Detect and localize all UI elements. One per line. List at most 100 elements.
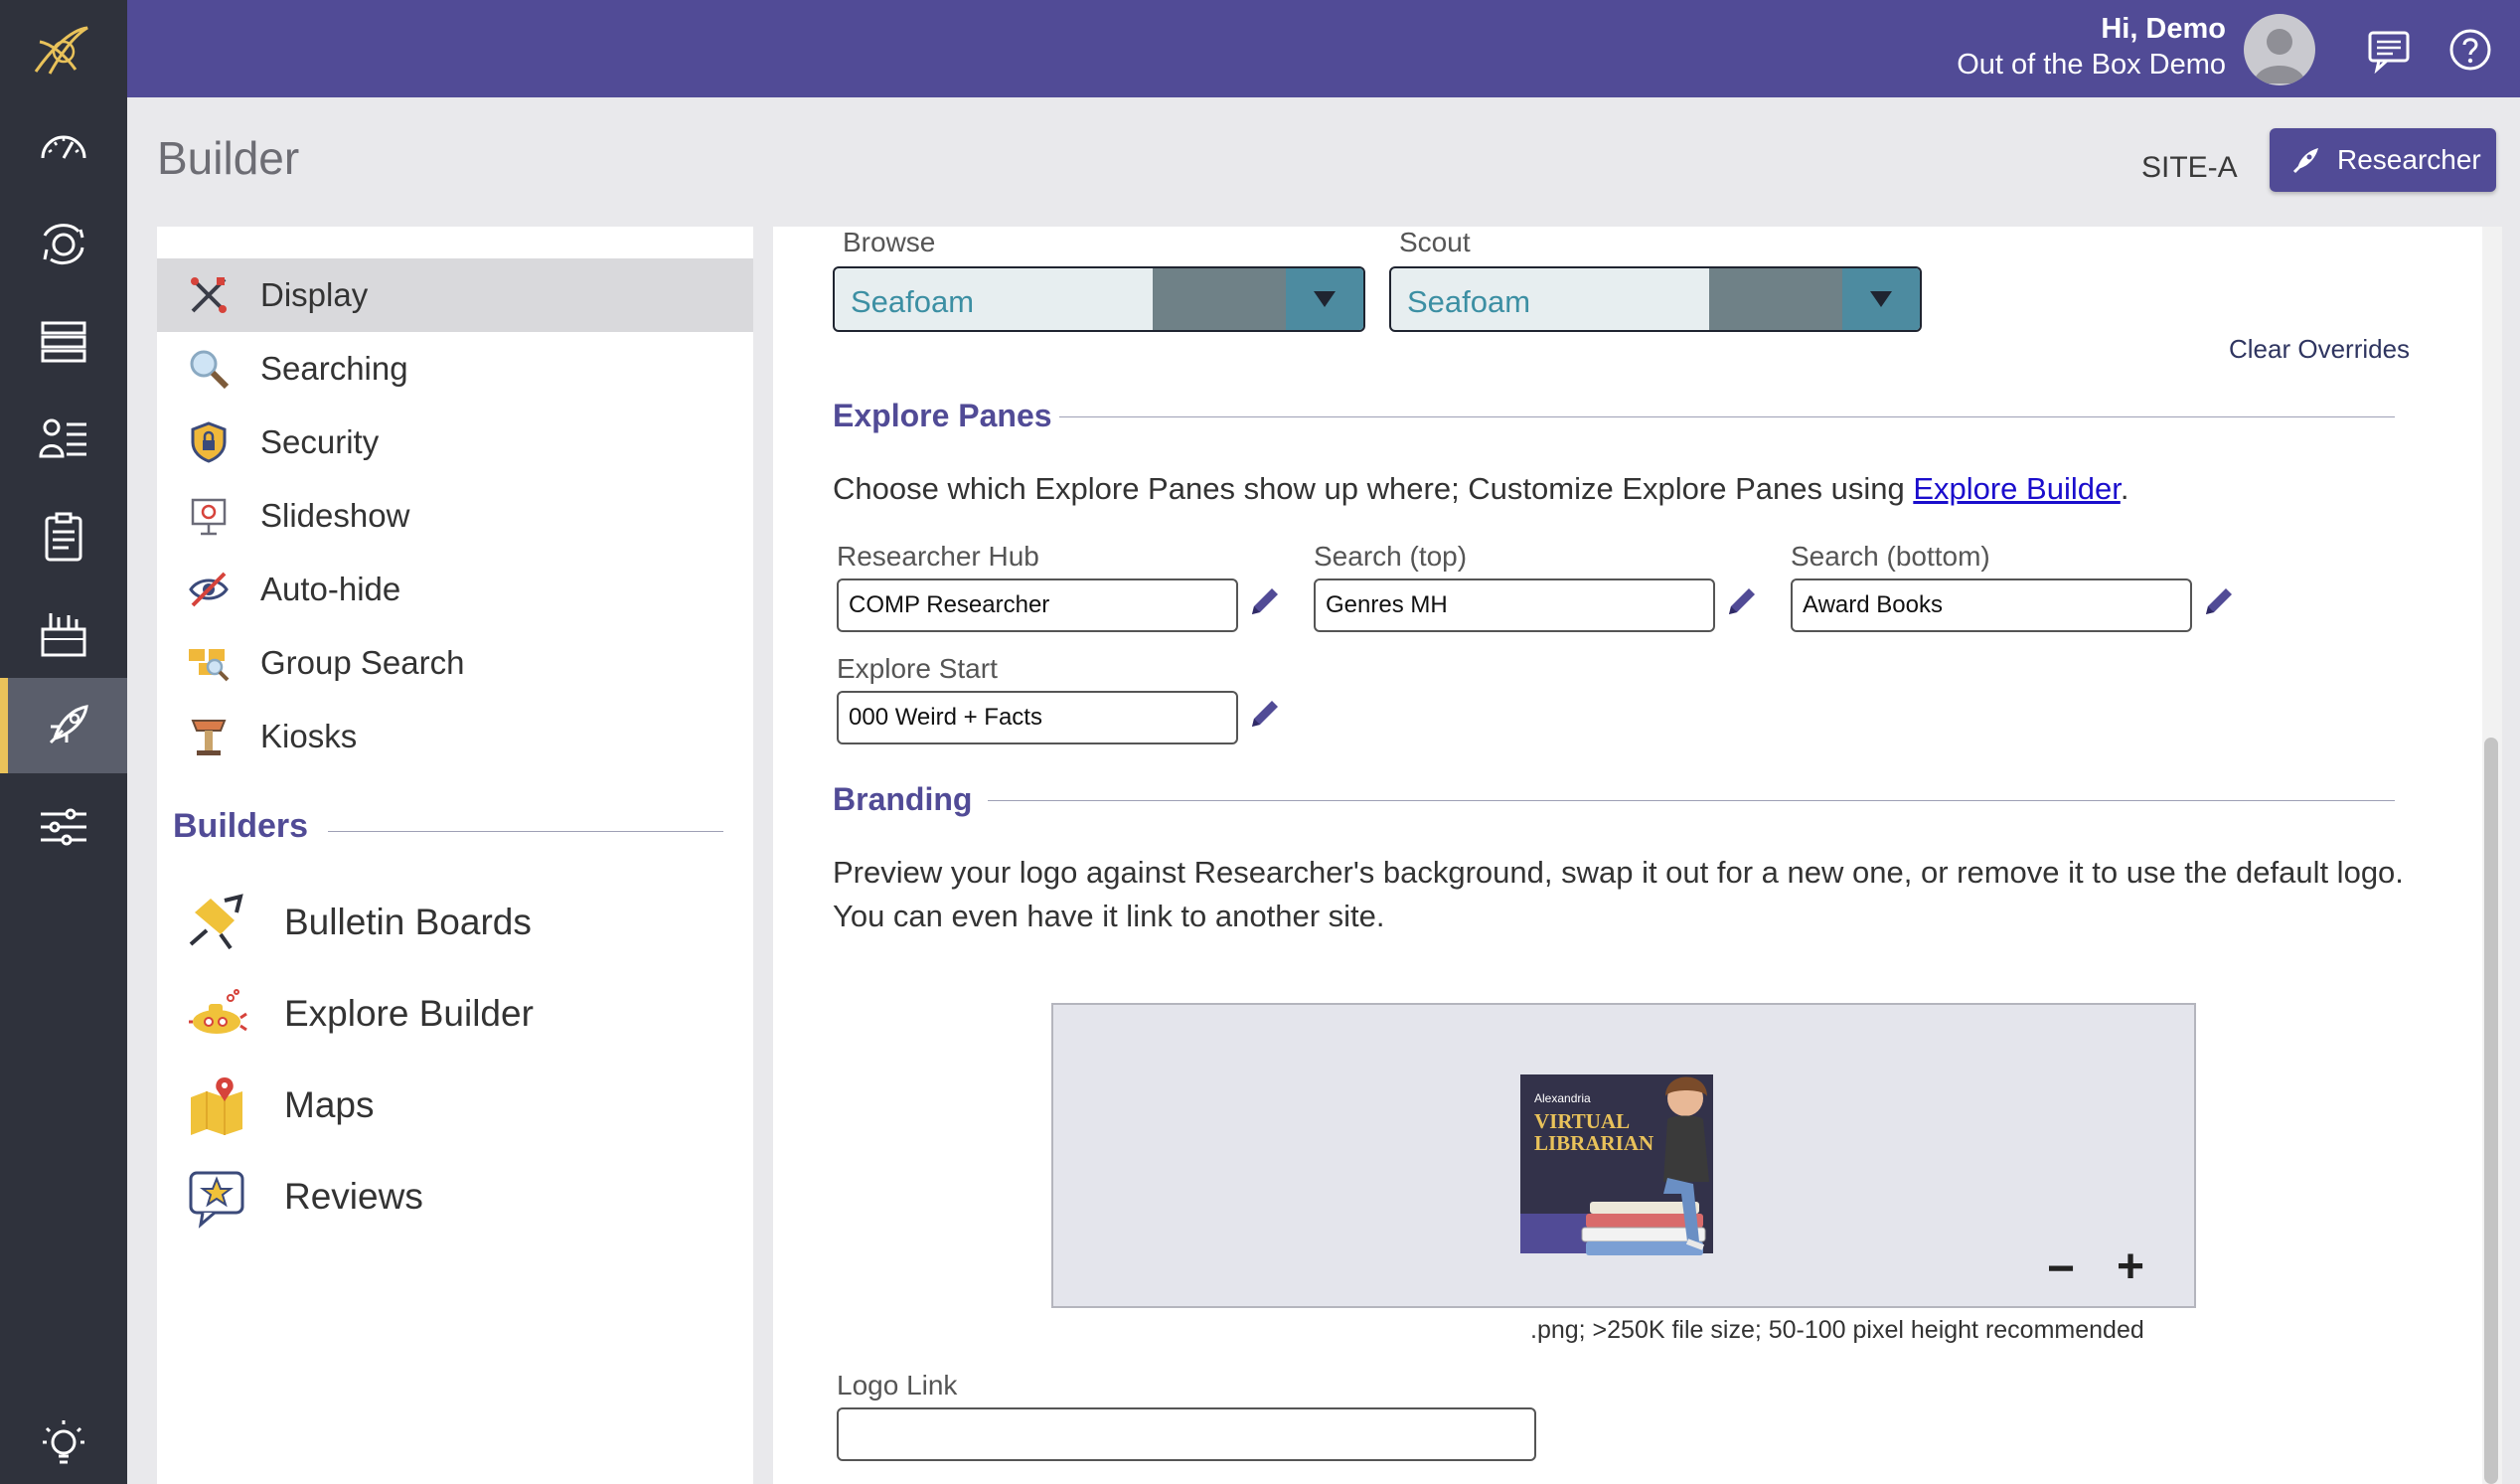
logo-line1-text: VIRTUAL: [1534, 1109, 1630, 1133]
caret-down-icon: [1870, 291, 1892, 307]
circulation-icon: [43, 224, 84, 264]
edit-pencil-icon[interactable]: [2202, 584, 2236, 618]
user-organization: Out of the Box Demo: [1957, 49, 2226, 81]
virtual-librarian-logo[interactable]: Alexandria VIRTUAL LIBRARIAN: [1518, 1067, 1757, 1265]
user-avatar-icon: [2254, 29, 2305, 83]
sidebar-item-label: Kiosks: [260, 718, 358, 754]
rail-dashboard[interactable]: [0, 99, 127, 195]
scout-theme-label: Scout: [1399, 227, 1471, 257]
browse-theme-value: Seafoam: [851, 284, 975, 319]
user-greeting: Hi, Demo: [2101, 13, 2226, 45]
search-top-input[interactable]: [1314, 578, 1715, 632]
builder-item-label: Maps: [284, 1084, 375, 1125]
sidebar-item-group-search[interactable]: Group Search: [157, 626, 753, 700]
edit-pencil-icon[interactable]: [1248, 697, 1282, 731]
presentation-icon: [191, 498, 227, 536]
sidebar-item-searching[interactable]: Searching: [157, 332, 753, 406]
scrollbar-thumb[interactable]: [2484, 738, 2498, 1484]
theme-swatch: [1709, 268, 1842, 330]
clear-overrides-link[interactable]: Clear Overrides: [2229, 334, 2410, 365]
logo-small-text: Alexandria: [1534, 1091, 1591, 1105]
rocket-icon: [2292, 148, 2318, 174]
researcher-button-label: Researcher: [2337, 144, 2481, 175]
rail-patrons[interactable]: [0, 392, 127, 487]
patrons-icon: [39, 418, 86, 458]
sidebar-item-kiosks[interactable]: Kiosks: [157, 700, 753, 773]
eye-slash-icon: [189, 572, 229, 607]
branding-heading: Branding: [833, 781, 973, 817]
avatar[interactable]: [2244, 14, 2315, 85]
explore-panes-description: Choose which Explore Panes show up where…: [833, 467, 2128, 511]
sidebar-item-label: Display: [260, 276, 369, 313]
shield-lock-icon: [191, 421, 227, 463]
branding-divider: [988, 800, 2395, 801]
sidebar-item-slideshow[interactable]: Slideshow: [157, 479, 753, 553]
rail-catalog[interactable]: [0, 294, 127, 390]
sidebar-item-label: Slideshow: [260, 497, 410, 534]
logo-file-hint: .png; >250K file size; 50-100 pixel heig…: [1530, 1316, 2144, 1344]
rail-reports[interactable]: [0, 489, 127, 584]
explore-builder-link[interactable]: Explore Builder: [1913, 471, 2121, 506]
site-label: SITE-A: [2141, 151, 2238, 184]
logo-preview-area: Alexandria VIRTUAL LIBRARIAN − +: [1051, 1003, 2196, 1308]
settings-icon: [41, 808, 86, 846]
sidebar-item-label: Searching: [260, 350, 408, 387]
builder-icon: [49, 705, 88, 744]
builders-divider: [328, 831, 723, 832]
explore-start-label: Explore Start: [837, 653, 998, 684]
tools-icon: [41, 613, 86, 657]
rail-tips[interactable]: [0, 1396, 127, 1484]
builder-item-explore-builder[interactable]: Explore Builder: [157, 974, 753, 1054]
scout-theme-select[interactable]: Seafoam: [1389, 266, 1922, 332]
explore-panes-divider: [1059, 416, 2395, 417]
builder-item-label: Explore Builder: [284, 993, 534, 1034]
zoom-in-button[interactable]: +: [2117, 1239, 2144, 1294]
kiosk-icon: [191, 720, 227, 755]
group-search-icon: [189, 649, 230, 682]
dropdown-button[interactable]: [1286, 268, 1363, 330]
builder-item-bulletin-boards[interactable]: Bulletin Boards: [157, 883, 753, 962]
builder-item-reviews[interactable]: Reviews: [157, 1157, 753, 1237]
sidebar-item-display[interactable]: Display: [157, 258, 753, 332]
sidebar-item-label: Group Search: [260, 644, 465, 681]
tips-icon: [43, 1420, 84, 1464]
logo-link-label: Logo Link: [837, 1370, 958, 1401]
explore-panes-text: Choose which Explore Panes show up where…: [833, 471, 1914, 506]
theme-swatch: [1153, 268, 1286, 330]
rail-tools[interactable]: [0, 586, 127, 682]
map-pin-icon: [191, 1077, 242, 1135]
search-bottom-input[interactable]: [1791, 578, 2192, 632]
search-bottom-label: Search (bottom): [1791, 541, 1990, 572]
researcher-hub-label: Researcher Hub: [837, 541, 1039, 572]
edit-pencil-icon[interactable]: [1248, 584, 1282, 618]
researcher-hub-input[interactable]: [837, 578, 1238, 632]
display-tools-icon: [191, 277, 227, 313]
rail-builder[interactable]: [0, 678, 127, 773]
researcher-button[interactable]: Researcher: [2270, 128, 2496, 192]
zoom-out-button[interactable]: −: [2047, 1241, 2075, 1296]
logo-link-input[interactable]: [837, 1407, 1536, 1461]
builders-heading: Builders: [173, 807, 309, 845]
dropdown-button[interactable]: [1842, 268, 1920, 330]
edit-pencil-icon[interactable]: [1725, 584, 1759, 618]
pushpin-icon: [189, 894, 243, 950]
caret-down-icon: [1314, 291, 1336, 307]
logo-line2-text: LIBRARIAN: [1534, 1131, 1654, 1155]
submarine-icon: [189, 989, 247, 1034]
rail-circulation[interactable]: [0, 197, 127, 292]
sidebar-item-label: Auto-hide: [260, 571, 401, 607]
rail-settings[interactable]: [0, 779, 127, 875]
browse-theme-select[interactable]: Seafoam: [833, 266, 1365, 332]
help-icon[interactable]: [2446, 26, 2494, 74]
builder-item-maps[interactable]: Maps: [157, 1066, 753, 1145]
search-top-label: Search (top): [1314, 541, 1468, 572]
sidebar-item-security[interactable]: Security: [157, 406, 753, 479]
explore-panes-heading: Explore Panes: [833, 398, 1052, 433]
builder-item-label: Bulletin Boards: [284, 902, 532, 942]
messages-icon[interactable]: [2365, 26, 2413, 74]
sidebar-item-auto-hide[interactable]: Auto-hide: [157, 553, 753, 626]
branding-description: Preview your logo against Researcher's b…: [833, 855, 2404, 933]
nav-rail: [0, 0, 127, 1484]
app-logo-icon[interactable]: [30, 22, 93, 80]
explore-start-input[interactable]: [837, 691, 1238, 744]
